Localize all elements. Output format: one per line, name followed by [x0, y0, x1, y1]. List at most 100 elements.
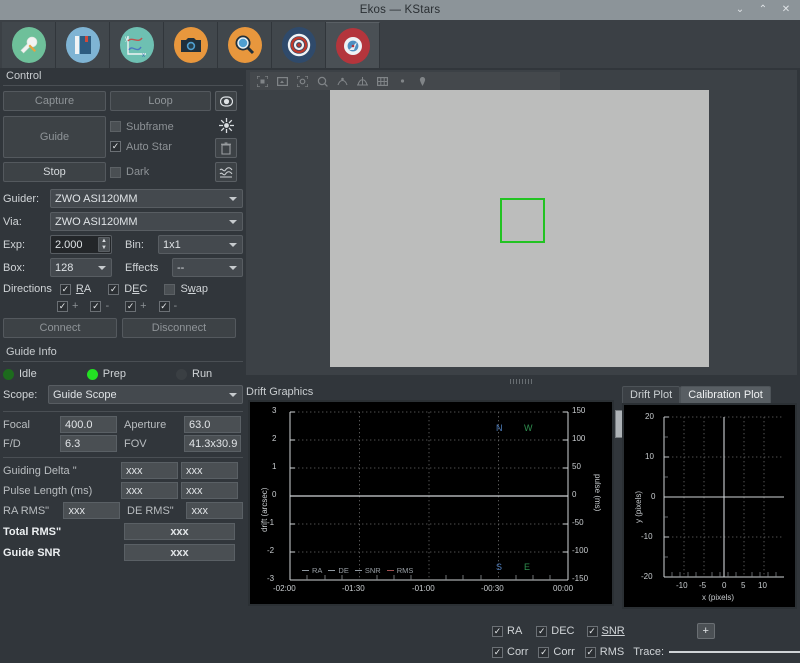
effects-combo[interactable]: --	[172, 258, 243, 277]
star-profile-icon[interactable]	[333, 73, 351, 89]
connect-button[interactable]: Connect	[3, 318, 117, 338]
drift-ytick-1: 1	[272, 462, 277, 471]
fov-label: FOV	[124, 437, 147, 450]
dec-plus-checkbox[interactable]: ✓	[125, 300, 137, 312]
maximize-icon[interactable]: ⌃	[757, 4, 769, 16]
disconnect-button[interactable]: Disconnect	[122, 318, 236, 338]
dark-checkbox[interactable]	[110, 166, 121, 178]
total-rms-label: Total RMS"	[3, 525, 62, 538]
plot-ra-checkbox[interactable]: ✓	[492, 625, 503, 637]
guider-combo[interactable]: ZWO ASI120MM	[50, 189, 243, 208]
loop-capture-icon[interactable]	[215, 91, 237, 111]
cal-ylabel: y (pixels)	[634, 490, 643, 523]
guide-button-label: Guide	[39, 130, 70, 143]
tab-scheduler[interactable]	[56, 22, 110, 68]
via-combo[interactable]: ZWO ASI120MM	[50, 212, 243, 231]
horizontal-splitter[interactable]	[246, 376, 797, 386]
tab-calibration-plot[interactable]: Calibration Plot	[680, 386, 771, 403]
trash-icon[interactable]	[215, 138, 237, 158]
stop-button[interactable]: Stop	[3, 162, 106, 182]
pulse-ytick-100: 100	[572, 434, 586, 443]
dec-minus-checkbox[interactable]: ✓	[158, 300, 170, 312]
window-title: Ekos — KStars	[359, 4, 441, 16]
state-run-led	[176, 368, 187, 380]
cal-ytick-10: 10	[645, 452, 654, 461]
pulse-ytick-m150: -150	[572, 574, 589, 583]
zoom-in-button[interactable]: +	[696, 623, 715, 639]
loop-button[interactable]: Loop	[110, 91, 211, 111]
select-region-icon[interactable]	[253, 73, 271, 89]
chevron-down-icon	[229, 219, 237, 224]
tab-guide[interactable]	[326, 22, 380, 68]
capture-button[interactable]: Capture	[3, 91, 106, 111]
box-value: 128	[55, 261, 74, 274]
scope-combo[interactable]: Guide Scope	[48, 385, 243, 404]
star-field-image[interactable]	[330, 90, 709, 367]
guide-button[interactable]: Guide	[3, 115, 106, 158]
plot-rms-checkbox[interactable]: ✓	[584, 646, 596, 658]
trace-slider[interactable]	[669, 646, 800, 658]
box-combo[interactable]: 128	[50, 258, 112, 277]
drift-xtick-1: -01:30	[342, 584, 365, 593]
aperture-label: Aperture	[124, 418, 167, 431]
pulse-ytick-m50: -50	[572, 518, 584, 527]
guider-value: ZWO ASI120MM	[55, 192, 138, 205]
pulse-length-de: xxx	[181, 482, 238, 499]
cal-xtick-m10: -10	[676, 581, 688, 590]
guide-image-viewer	[246, 70, 797, 375]
ra-checkbox[interactable]: ✓	[59, 283, 71, 295]
close-icon[interactable]: ✕	[780, 4, 792, 16]
star-burst-icon[interactable]	[215, 115, 237, 135]
state-idle-led	[3, 368, 14, 380]
fd-value[interactable]: 6.3	[60, 435, 117, 452]
focal-value[interactable]: 400.0	[60, 416, 117, 433]
ra-plus-checkbox[interactable]: ✓	[57, 300, 68, 312]
total-rms-value: xxx	[124, 523, 235, 540]
exp-stepper[interactable]: ▲ ▼	[98, 237, 110, 252]
histogram-icon[interactable]	[353, 73, 371, 89]
drift-xtick-4: 00:00	[553, 584, 574, 593]
tab-focus[interactable]	[218, 22, 272, 68]
plot-dec-corr-checkbox[interactable]: ✓	[538, 646, 550, 658]
plot-snr-checkbox[interactable]: ✓	[586, 625, 598, 637]
waveform-icon[interactable]	[215, 162, 237, 182]
tracking-box[interactable]	[500, 198, 545, 243]
tab-capture[interactable]	[164, 22, 218, 68]
legend-swatch-de	[328, 569, 336, 572]
state-prep-label: Prep	[102, 368, 126, 380]
drift-plot-canvas[interactable]: 3 2 1 0 -1 -2 -3 150 100 50 0 -50 -100 -…	[250, 402, 612, 604]
bin-combo[interactable]: 1x1	[158, 235, 243, 254]
tab-align[interactable]	[272, 22, 326, 68]
minimize-icon[interactable]: ⌄	[734, 4, 746, 16]
annotation-e: E	[524, 562, 531, 572]
marker-icon[interactable]	[393, 73, 411, 89]
plot-snr-label: SNR	[601, 625, 625, 637]
tab-setup[interactable]	[2, 22, 56, 68]
chevron-down-icon	[229, 392, 237, 397]
guiding-delta-de: xxx	[181, 462, 238, 479]
plot-dec-checkbox[interactable]: ✓	[536, 625, 548, 637]
pulse-ylabel: pulse (ms)	[593, 474, 602, 512]
zoom-icon[interactable]	[313, 73, 331, 89]
tab-drift-plot[interactable]: Drift Plot	[622, 386, 681, 403]
crop-icon[interactable]	[293, 73, 311, 89]
pulse-ytick-0: 0	[572, 490, 577, 499]
aperture-value[interactable]: 63.0	[184, 416, 241, 433]
dec-checkbox[interactable]: ✓	[108, 283, 120, 295]
legend-label-snr: SNR	[364, 566, 381, 575]
plot-ra-corr-checkbox[interactable]: ✓	[492, 646, 503, 658]
fit-image-icon[interactable]	[273, 73, 291, 89]
de-rms-label: DE RMS"	[127, 504, 174, 517]
grid-icon[interactable]	[373, 73, 391, 89]
fov-value[interactable]: 41.3x30.9	[184, 435, 241, 452]
exp-spinbox[interactable]: 2.000 ▲ ▼	[50, 235, 112, 254]
subframe-checkbox[interactable]	[110, 121, 121, 132]
autostar-checkbox[interactable]: ✓	[110, 141, 121, 152]
ra-minus-checkbox[interactable]: ✓	[90, 300, 102, 312]
swap-checkbox[interactable]	[164, 283, 176, 295]
pin-icon[interactable]	[413, 73, 431, 89]
tab-analyze[interactable]: y x	[110, 22, 164, 68]
plot-rms-label: RMS	[599, 646, 625, 658]
cal-xtick-m5: -5	[699, 581, 707, 590]
calibration-plot-canvas[interactable]: 20 10 0 -10 -20 -10 -5 0 5 10 y (pixels)…	[624, 405, 795, 607]
